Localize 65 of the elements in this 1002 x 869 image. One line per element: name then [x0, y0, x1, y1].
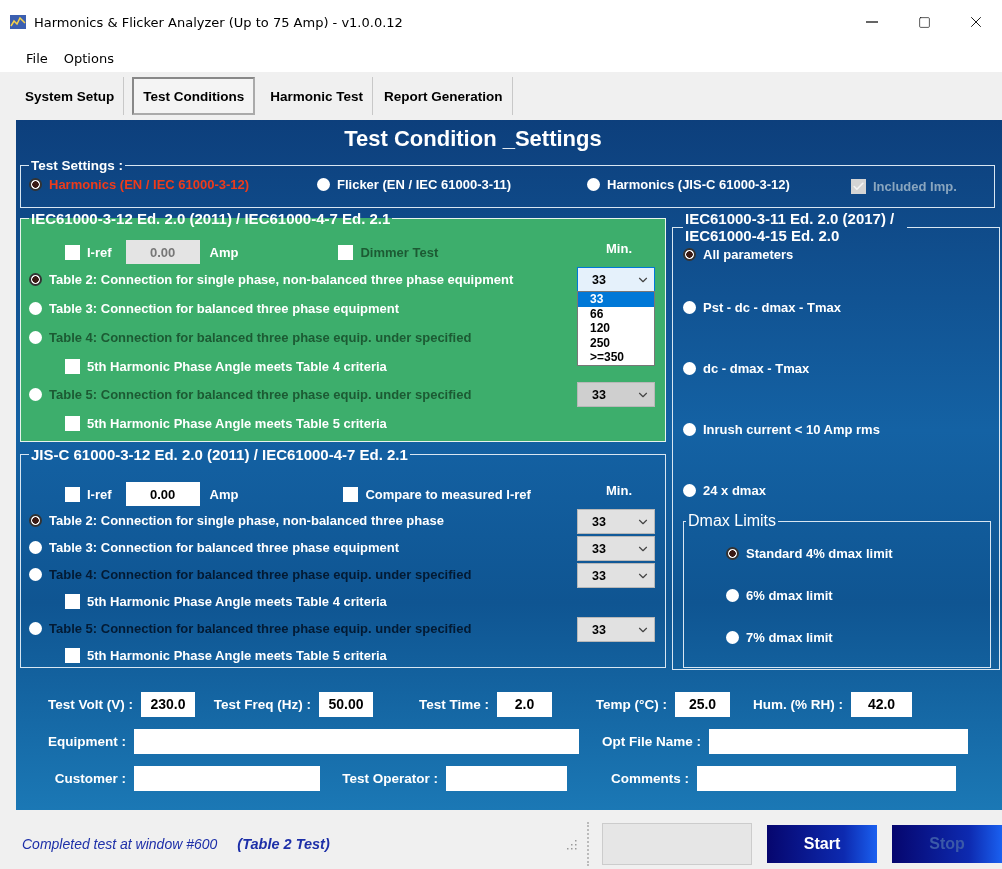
dropdown-option[interactable]: 120	[578, 321, 654, 336]
radio-option[interactable]: Table 2: Connection for single phase, non-balanced three phase	[29, 513, 444, 528]
check-icon	[852, 179, 865, 193]
field-label: Temp (°C) :	[594, 696, 668, 712]
menu-item[interactable]: File	[20, 48, 54, 68]
dropdown-option[interactable]: 250	[578, 335, 654, 350]
input-field[interactable]: 230.0	[141, 691, 195, 717]
status-message: Completed test at window #600	[22, 835, 218, 852]
iref-field[interactable]: 0.00	[125, 482, 200, 506]
radio-option[interactable]: dc - dmax - Tmax	[683, 361, 810, 376]
group-title: Test Settings :	[30, 158, 124, 173]
field-label: Test Freq (Hz) :	[212, 696, 312, 712]
dropdown-option[interactable]: 66	[578, 306, 654, 321]
field-label: Test Volt (V) :	[47, 696, 134, 712]
radio-option[interactable]: Table 3: Connection for balanced three phase equipment	[29, 540, 400, 555]
resize-grip-icon	[565, 837, 577, 850]
field-label: Comments :	[610, 770, 690, 786]
radio-option[interactable]: 7% dmax limit	[726, 629, 833, 645]
field-label: Equipment :	[47, 733, 127, 749]
radio-option[interactable]: Inrush current < 10 Amp rms	[683, 422, 880, 437]
input-field[interactable]: 50.00	[319, 691, 373, 717]
maximize-icon	[917, 15, 931, 29]
field-label: Test Time :	[417, 696, 490, 712]
unit-label: Amp	[209, 486, 239, 502]
radio-option[interactable]: Harmonics (JIS-C 61000-3-12)	[587, 177, 790, 192]
dropdown[interactable]: 33	[577, 267, 655, 292]
field-label: Opt File Name :	[601, 733, 702, 749]
dropdown[interactable]: 33	[577, 509, 655, 534]
app-icon	[10, 15, 26, 29]
radio-option[interactable]: Flicker (EN / IEC 61000-3-11)	[317, 177, 512, 192]
input-field[interactable]: 42.0	[851, 691, 912, 717]
checkbox-option[interactable]: Compare to measured I-ref	[343, 486, 531, 502]
field-label: Customer :	[53, 770, 127, 786]
field-label: Hum. (% RH) :	[752, 696, 844, 712]
radio-option[interactable]: 24 x dmax	[683, 483, 766, 498]
field-label: Test Operator :	[341, 770, 439, 786]
checkbox-option[interactable]: I-ref	[65, 486, 112, 502]
input-field[interactable]	[697, 765, 956, 791]
tab[interactable]: Test Conditions	[132, 77, 256, 115]
input-field[interactable]: 2.0	[497, 691, 552, 717]
dropdown[interactable]: 33	[577, 536, 655, 561]
column-label: Min.	[606, 241, 632, 256]
input-field[interactable]	[134, 765, 320, 791]
radio-option[interactable]: 6% dmax limit	[726, 587, 833, 603]
group-title: JIS-C 61000-3-12 Ed. 2.0 (2011) / IEC61000-4-7 Ed. 2.1	[30, 446, 409, 463]
menu-item[interactable]: Options	[57, 48, 120, 68]
minimize-icon	[866, 21, 878, 23]
group-title: IEC61000-3-11 Ed. 2.0 (2017) / IEC61000-4-15 Ed. 2.0	[684, 210, 896, 244]
radio-option[interactable]: All parameters	[683, 246, 794, 262]
group-title: Dmax Limits	[687, 512, 777, 530]
radio-option[interactable]: Pst - dc - dmax - Tmax	[683, 300, 841, 315]
input-field[interactable]	[446, 765, 567, 791]
status-test: (Table 2 Test)	[237, 835, 330, 852]
group-title: IEC61000-3-12 Ed. 2.0 (2011) / IEC61000-4-7 Ed. 2.1	[30, 210, 392, 227]
input-field[interactable]	[134, 728, 579, 754]
column-label: Min.	[606, 483, 632, 498]
radio-option[interactable]: Standard 4% dmax limit	[726, 545, 893, 561]
action-button[interactable]: Start	[767, 824, 877, 863]
window-title: Harmonics & Flicker Analyzer (Up to 75 Amp) - v1.0.0.12	[34, 14, 404, 30]
panel-heading: Test Condition _Settings	[343, 126, 603, 153]
dropdown-option[interactable]: >=350	[578, 350, 654, 365]
input-field[interactable]	[709, 728, 968, 754]
dropdown-option[interactable]: 33	[578, 292, 654, 307]
unit-label: Amp	[209, 244, 239, 260]
input-field[interactable]: 25.0	[675, 691, 730, 717]
